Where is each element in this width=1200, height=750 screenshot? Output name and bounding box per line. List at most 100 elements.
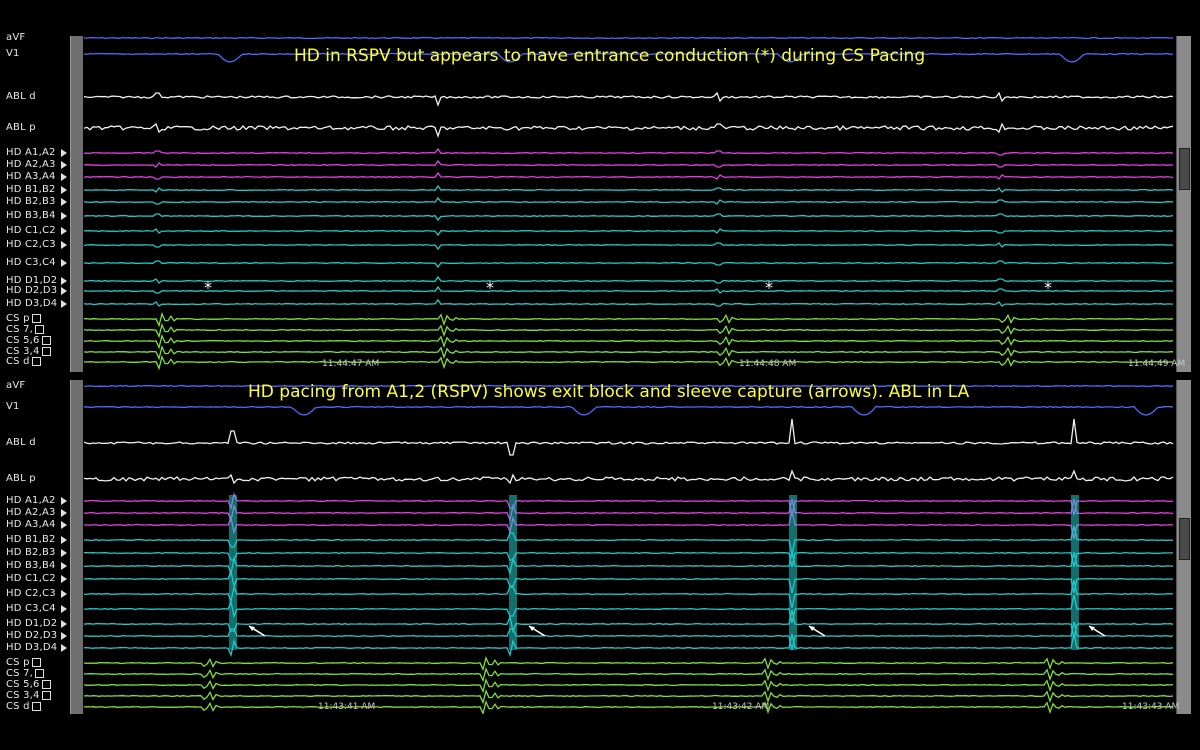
trace-hd-d1-d2: [84, 609, 1174, 639]
channel-label: CS p: [6, 313, 41, 324]
channel-label: V1: [6, 401, 20, 412]
entrance-conduction-marker: *: [486, 278, 494, 297]
channel-arrow-icon[interactable]: [61, 259, 67, 267]
trace-hd-d3-d4: [84, 633, 1174, 658]
channel-label: HD B2,B3: [6, 196, 56, 207]
recording-panel-bottom: aVF V1 ABL d ABL p HD A1,A2 HD A2,A3 HD A3,A4 H…: [0, 380, 1200, 714]
trace-hd-b3-b4: [84, 551, 1174, 576]
channel-arrow-icon[interactable]: [61, 521, 67, 529]
channel-arrow-icon[interactable]: [61, 173, 67, 181]
channel-arrow-icon[interactable]: [61, 575, 67, 583]
channel-toggle-icon[interactable]: [31, 356, 41, 366]
trace-abl-d: [84, 91, 1174, 107]
scroll-thumb[interactable]: [1179, 148, 1190, 190]
channel-toggle-icon[interactable]: [35, 324, 45, 334]
channel-label: HD C1,C2: [6, 573, 56, 584]
channel-arrow-icon[interactable]: [61, 590, 67, 598]
channel-arrow-icon[interactable]: [61, 620, 67, 628]
channel-arrow-icon[interactable]: [61, 149, 67, 157]
timestamp: 11:43:43 AM: [1122, 702, 1180, 712]
channel-label: HD B1,B2: [6, 184, 56, 195]
entrance-conduction-marker: *: [204, 278, 212, 297]
channel-toggle-icon[interactable]: [31, 701, 41, 711]
trace-area-bottom: [84, 384, 1174, 714]
panel-caption: HD in RSPV but appears to have entrance …: [294, 46, 926, 66]
channel-arrow-icon[interactable]: [61, 277, 67, 285]
trace-cs-p: [84, 655, 1174, 672]
channel-label: CS 5,6: [6, 679, 51, 690]
channel-label: CS p: [6, 657, 41, 668]
channel-label-column: aVF V1 ABL d ABL p HD A1,A2 HD A2,A3 HD A3,A4 H…: [0, 32, 84, 372]
trace-area-top: * * * *: [84, 36, 1174, 371]
channel-arrow-icon[interactable]: [61, 198, 67, 206]
channel-arrow-icon[interactable]: [61, 287, 67, 295]
channel-label: HD D1,D2: [6, 618, 58, 629]
trace-hd-a3-a4: [84, 510, 1174, 540]
trace-hd-a2-a3: [84, 498, 1174, 523]
scroll-thumb[interactable]: [1179, 518, 1190, 560]
channel-arrow-icon[interactable]: [61, 536, 67, 544]
channel-label: ABL p: [6, 122, 36, 133]
channel-toggle-icon[interactable]: [31, 313, 41, 323]
channel-arrow-icon[interactable]: [61, 644, 67, 652]
channel-arrow-icon[interactable]: [61, 241, 67, 249]
channel-toggle-icon[interactable]: [41, 346, 51, 356]
vertical-scrollbar[interactable]: [1176, 380, 1191, 714]
channel-label: CS d: [6, 701, 41, 712]
pacing-artifact: [789, 495, 797, 650]
channel-arrow-icon[interactable]: [61, 161, 67, 169]
channel-label: HD B2,B3: [6, 547, 56, 558]
channel-label: HD D3,D4: [6, 298, 58, 309]
channel-arrow-icon[interactable]: [61, 227, 67, 235]
channel-toggle-icon[interactable]: [31, 657, 41, 667]
trace-cs-5-6: [84, 333, 1174, 350]
vertical-scrollbar[interactable]: [1176, 36, 1191, 372]
trace-cs-3-4: [84, 344, 1173, 361]
channel-label: HD C1,C2: [6, 225, 56, 236]
trace-hd-d2-d3: [84, 285, 1174, 294]
channel-arrow-icon[interactable]: [61, 562, 67, 570]
trace-hd-a1-a2: [84, 491, 1174, 516]
channel-label: HD D2,D3: [6, 630, 58, 641]
channel-arrow-icon[interactable]: [61, 300, 67, 308]
trace-hd-c3-c4: [84, 260, 1174, 269]
channel-toggle-icon[interactable]: [41, 679, 51, 689]
panel-caption: HD pacing from A1,2 (RSPV) shows exit bl…: [248, 382, 970, 402]
trace-avf: [84, 36, 1173, 40]
channel-label: aVF: [6, 32, 26, 43]
channel-arrow-icon[interactable]: [61, 605, 67, 613]
trace-abl-p: [84, 122, 1174, 138]
trace-hd-d2-d3: [84, 621, 1174, 651]
channel-selector-strip[interactable]: [70, 380, 83, 714]
trace-hd-c2-c3: [84, 242, 1174, 251]
channel-selector-strip[interactable]: [70, 36, 83, 372]
channel-label: CS 7,: [6, 324, 45, 335]
channel-toggle-icon[interactable]: [35, 668, 45, 678]
trace-hd-b2-b3: [84, 196, 1173, 205]
channel-arrow-icon[interactable]: [61, 632, 67, 640]
channel-toggle-icon[interactable]: [41, 690, 51, 700]
panel-separator: [0, 372, 1200, 380]
channel-arrow-icon[interactable]: [61, 549, 67, 557]
channel-label: HD A2,A3: [6, 159, 56, 170]
channel-arrow-icon[interactable]: [61, 497, 67, 505]
pacing-artifact: [229, 495, 237, 650]
channel-arrow-icon[interactable]: [61, 509, 67, 517]
pacing-artifact: [509, 495, 517, 650]
channel-label: HD C3,C4: [6, 603, 56, 614]
trace-v1: [84, 405, 1174, 416]
trace-cs-3-4: [84, 688, 1174, 705]
channel-label: HD B1,B2: [6, 534, 56, 545]
trace-hd-d1-d2: [84, 275, 1174, 284]
trace-hd-a3-a4: [84, 171, 1174, 180]
trace-hd-b2-b3: [84, 551, 1173, 568]
channel-label: HD C2,C3: [6, 239, 56, 250]
trace-abl-d: [84, 418, 1174, 456]
trace-hd-c1-c2: [84, 228, 1174, 237]
channel-toggle-icon[interactable]: [41, 335, 51, 345]
channel-arrow-icon[interactable]: [61, 186, 67, 194]
channel-label: HD A3,A4: [6, 519, 56, 530]
channel-label: HD D2,D3: [6, 285, 58, 296]
pacing-artifact: [1071, 495, 1079, 650]
channel-arrow-icon[interactable]: [61, 212, 67, 220]
